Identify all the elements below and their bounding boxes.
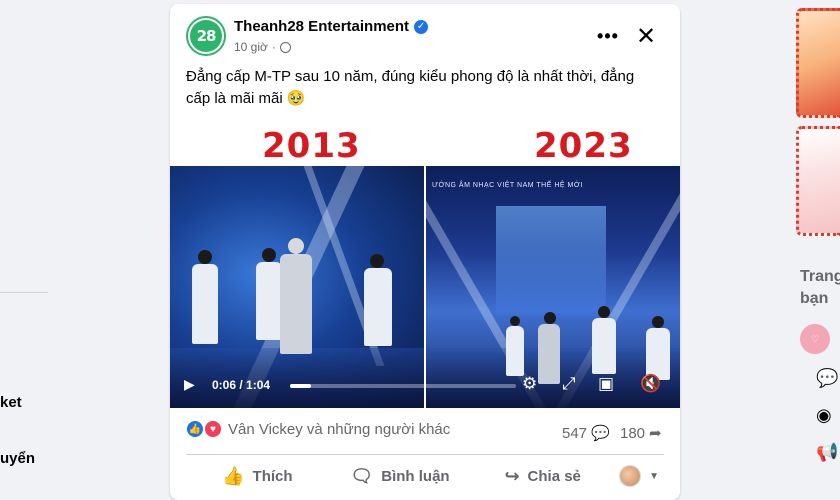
lead-singer (288, 238, 304, 254)
mute-icon[interactable]: 🔇 (640, 374, 661, 394)
page-avatar[interactable]: 28 (186, 16, 226, 56)
sponsored-ad-image[interactable] (796, 126, 840, 236)
share-button[interactable]: ↪ Chia sẻ (471, 466, 614, 487)
dancer (506, 326, 524, 376)
right-heading-line-2: bạn (800, 290, 829, 307)
video-panel-2023: ƯỚNG ÂM NHẠC VIỆT NAM THẾ HỆ MỚI (426, 166, 680, 408)
dancer (256, 262, 282, 340)
settings-gear-icon[interactable]: ⚙ (522, 374, 537, 394)
left-sidebar-item[interactable]: ket (0, 394, 22, 411)
lead-singer (544, 312, 556, 324)
verified-badge-icon: ✓ (414, 19, 429, 34)
year-label-right: 2023 (534, 126, 633, 166)
dancer (592, 318, 616, 374)
lead-singer (280, 254, 312, 354)
share-icon: ↪ (504, 465, 520, 486)
video-time: 0:06 / 1:04 (212, 378, 271, 392)
post-time[interactable]: 10 giờ (234, 40, 268, 54)
comment-icon: 🗨 (350, 465, 374, 486)
public-globe-icon (279, 41, 291, 53)
page-avatar-logo: 28 (190, 20, 222, 52)
dancer (370, 254, 384, 268)
dancer (510, 316, 520, 326)
share-arrow-icon: ➦ (649, 425, 662, 442)
comments-count[interactable]: 547 💬 (562, 424, 610, 443)
love-reaction-icon: ♥ (204, 420, 222, 438)
share-label: Chia sẻ (527, 467, 581, 485)
left-sidebar-item[interactable]: uyển (0, 450, 35, 467)
profile-avatar (619, 465, 642, 487)
actions-divider (186, 454, 664, 455)
stage-banner-text: ƯỚNG ÂM NHẠC VIỆT NAM THẾ HỆ MỚI (432, 182, 583, 189)
like-button[interactable]: 👍 Thích (186, 466, 329, 487)
video-progress-fill (290, 384, 312, 388)
page-name-row: Theanh28 Entertainment ✓ (234, 18, 429, 35)
page-avatar-small[interactable]: ♡ (800, 324, 830, 354)
sponsored-ad-image[interactable] (796, 8, 840, 118)
user-circle-icon[interactable]: ◉ (816, 405, 832, 426)
stage-light-box (496, 206, 606, 316)
thumbs-up-icon: 👍 (222, 465, 245, 486)
picture-in-picture-icon[interactable]: ▣ (598, 374, 614, 394)
video-panel-2013 (170, 166, 424, 408)
play-icon[interactable]: ▶ (184, 376, 195, 393)
right-heading-line-1: Trang (800, 268, 840, 285)
reactions-summary[interactable]: 👍 ♥ Vân Vickey và những người khác (186, 420, 450, 438)
year-label-left: 2013 (262, 126, 361, 166)
close-icon[interactable]: ✕ (632, 22, 660, 50)
megaphone-icon[interactable]: 📢 (816, 442, 838, 463)
shares-count-value: 180 (620, 424, 646, 442)
dancer (364, 268, 392, 346)
more-options-icon[interactable]: ••• (594, 22, 622, 50)
dancer (192, 264, 218, 344)
comment-label: Bình luận (381, 467, 450, 485)
stage-floor (170, 348, 424, 408)
post-actions: 👍 Thích 🗨 Bình luận ↪ Chia sẻ ▼ (186, 460, 664, 492)
dancer (598, 306, 610, 318)
dancer (652, 316, 664, 328)
lead-singer (538, 324, 560, 384)
post-card: 28 Theanh28 Entertainment ✓ 10 giờ · •••… (170, 4, 680, 500)
like-reaction-icon: 👍 (186, 420, 204, 438)
dancer (646, 328, 670, 380)
left-sidebar-divider (0, 292, 48, 293)
comments-count-value: 547 (562, 424, 588, 442)
react-as-selector[interactable]: ▼ (614, 465, 664, 487)
post-caption: Đẳng cấp M-TP sau 10 năm, đúng kiểu phon… (186, 68, 635, 107)
post-meta: 10 giờ · (234, 40, 291, 54)
messenger-icon[interactable]: 💬 (816, 368, 838, 389)
video-progress-bar[interactable] (290, 384, 516, 388)
page-name[interactable]: Theanh28 Entertainment (234, 18, 409, 35)
like-label: Thích (252, 467, 293, 485)
comment-button[interactable]: 🗨 Bình luận (329, 466, 472, 487)
reactions-text: Vân Vickey và những người khác (228, 420, 451, 438)
dancer (262, 248, 276, 262)
shares-count[interactable]: 180 ➦ (620, 424, 662, 443)
dancer (198, 250, 212, 264)
comment-bubble-icon: 💬 (591, 425, 610, 442)
chevron-down-icon: ▼ (649, 470, 659, 482)
fullscreen-icon[interactable]: ⤢ (562, 374, 576, 394)
